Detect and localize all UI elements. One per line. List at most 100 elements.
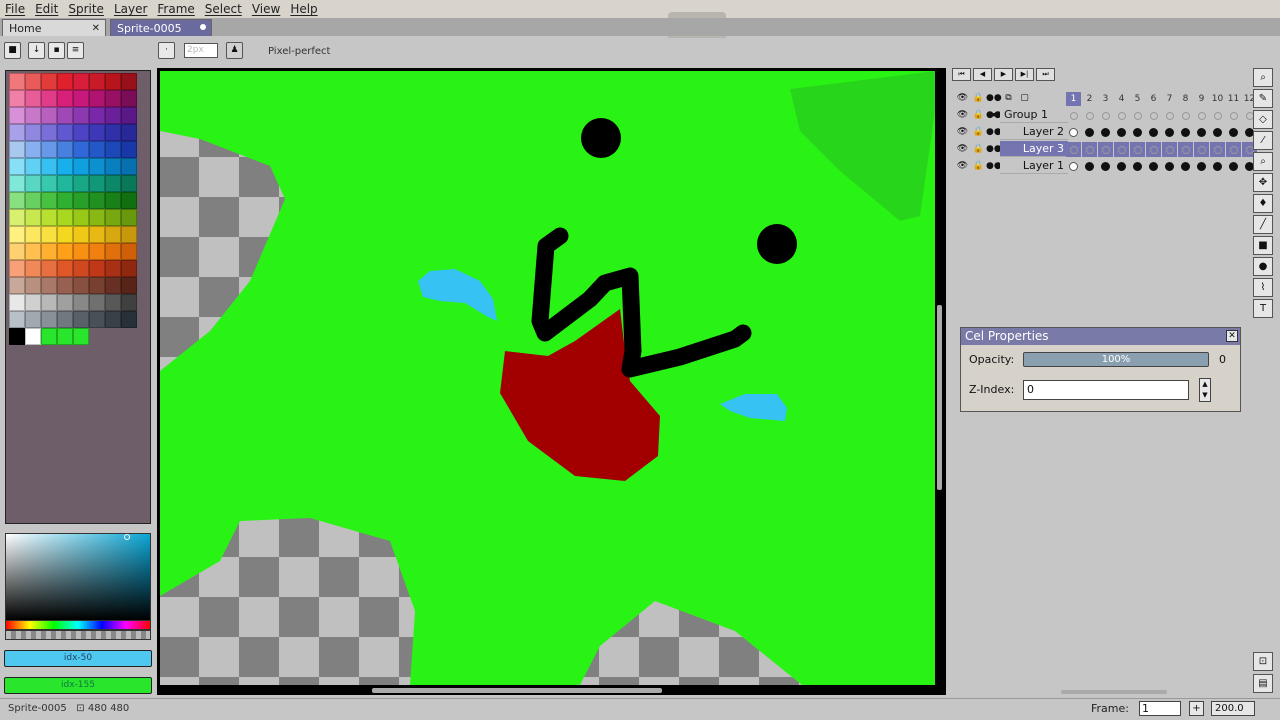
layer-name[interactable]: Group 1	[1000, 107, 1068, 123]
close-icon[interactable]: ✕	[1226, 330, 1238, 342]
frame-header[interactable]: 2	[1082, 92, 1097, 106]
palette-swatch[interactable]	[121, 90, 137, 107]
palette-swatch[interactable]	[105, 294, 121, 311]
cel[interactable]	[1130, 159, 1145, 174]
add-frame-button[interactable]: +	[1189, 701, 1204, 716]
palette-swatch[interactable]	[121, 226, 137, 243]
cel[interactable]	[1194, 108, 1209, 123]
palette-swatch[interactable]	[57, 311, 73, 328]
palette-swatch[interactable]	[89, 141, 105, 158]
palette-swatch[interactable]	[9, 90, 25, 107]
zindex-input[interactable]: 0	[1023, 380, 1189, 400]
palette-swatch[interactable]	[89, 73, 105, 90]
palette-swatch[interactable]	[25, 175, 41, 192]
palette-swatch[interactable]	[9, 243, 25, 260]
cel[interactable]	[1194, 142, 1209, 157]
lock-icon[interactable]: 🔒	[972, 143, 985, 155]
tab-sprite[interactable]: Sprite-0005	[110, 19, 212, 36]
palette-swatch[interactable]	[105, 73, 121, 90]
cel[interactable]	[1130, 142, 1145, 157]
brush-size-input[interactable]: 2px	[184, 43, 218, 58]
palette-swatch[interactable]	[9, 226, 25, 243]
brush-type-icon[interactable]: ♟	[226, 42, 243, 59]
palette-swatch[interactable]	[25, 192, 41, 209]
palette-swatch[interactable]	[9, 311, 25, 328]
rectangle-icon[interactable]: ■	[1253, 236, 1273, 255]
cel[interactable]	[1178, 108, 1193, 123]
frame-header[interactable]: 8	[1178, 92, 1193, 106]
frame-header[interactable]: 7	[1162, 92, 1177, 106]
palette-swatch[interactable]	[73, 107, 89, 124]
timeline-scrollbar[interactable]	[1061, 690, 1167, 694]
frame-header[interactable]: 5	[1130, 92, 1145, 106]
frame-input[interactable]: 1	[1139, 701, 1181, 716]
zoom-input[interactable]: 200.0	[1211, 701, 1255, 716]
pencil-icon[interactable]: ✎	[1253, 89, 1273, 108]
palette-swatch[interactable]	[73, 73, 89, 90]
palette-swatch[interactable]	[73, 328, 89, 345]
palette-swatch[interactable]	[9, 277, 25, 294]
menu-view[interactable]: View	[247, 2, 285, 16]
hue-slider[interactable]	[5, 620, 151, 630]
palette-swatch[interactable]	[89, 158, 105, 175]
eraser-icon[interactable]: ◇	[1253, 110, 1273, 129]
palette-swatch[interactable]	[9, 158, 25, 175]
palette-swatch[interactable]	[57, 73, 73, 90]
next-frame-button[interactable]: ▶|	[1015, 68, 1034, 81]
palette-swatch[interactable]	[25, 243, 41, 260]
lock-icon[interactable]: 🔒	[972, 109, 985, 121]
cel[interactable]	[1082, 142, 1097, 157]
palette-swatch[interactable]	[121, 158, 137, 175]
canvas-vertical-scrollbar[interactable]	[937, 305, 942, 490]
palette-swatch[interactable]	[121, 277, 137, 294]
cel[interactable]	[1162, 125, 1177, 140]
menu-layer[interactable]: Layer	[109, 2, 152, 16]
lock-icon[interactable]: ■	[4, 42, 21, 59]
cel[interactable]	[1098, 142, 1113, 157]
palette-swatch[interactable]	[41, 141, 57, 158]
palette-swatch[interactable]	[73, 260, 89, 277]
palette-swatch[interactable]	[105, 277, 121, 294]
frame-header[interactable]: 9	[1194, 92, 1209, 106]
continuous-icon[interactable]: ●●	[986, 92, 1002, 104]
palette-swatch[interactable]	[9, 107, 25, 124]
lock-icon[interactable]: 🔒	[972, 160, 985, 172]
layer-name[interactable]: Layer 1	[1000, 158, 1068, 174]
palette-swatch[interactable]	[89, 311, 105, 328]
palette-swatch[interactable]	[41, 260, 57, 277]
menu-edit[interactable]: Edit	[30, 2, 63, 16]
zoom-icon[interactable]: ⌕	[1253, 152, 1273, 171]
palette-swatch[interactable]	[41, 192, 57, 209]
group-icon[interactable]: ▢	[1018, 92, 1031, 104]
cel[interactable]	[1082, 108, 1097, 123]
palette-swatch[interactable]	[121, 243, 137, 260]
palette-swatch[interactable]	[105, 124, 121, 141]
palette-swatch[interactable]	[41, 311, 57, 328]
menu-file[interactable]: File	[0, 2, 30, 16]
frame-header[interactable]: 11	[1226, 92, 1241, 106]
layer-row[interactable]: 👁 🔒 ●● Layer 2	[952, 124, 1254, 140]
zoom-select-icon[interactable]: ⌕	[1253, 68, 1273, 87]
palette-swatch[interactable]	[73, 243, 89, 260]
play-button[interactable]: ▶	[994, 68, 1013, 81]
palette-swatch[interactable]	[73, 124, 89, 141]
last-frame-button[interactable]: ⏭	[1036, 68, 1055, 81]
palette-swatch[interactable]	[73, 277, 89, 294]
palette-swatch[interactable]	[89, 209, 105, 226]
palette-swatch[interactable]	[89, 226, 105, 243]
cel[interactable]	[1130, 108, 1145, 123]
palette-swatch[interactable]	[121, 107, 137, 124]
palette-swatch[interactable]	[89, 260, 105, 277]
eyedropper-icon[interactable]: ⁄	[1253, 131, 1273, 150]
palette-swatch[interactable]	[9, 192, 25, 209]
palette-swatch[interactable]	[25, 141, 41, 158]
actual-size-icon[interactable]: ⊡	[1253, 652, 1273, 671]
palette-swatch[interactable]	[57, 226, 73, 243]
palette-swatch[interactable]	[73, 90, 89, 107]
download-icon[interactable]: ↓	[28, 42, 45, 59]
cel[interactable]	[1082, 159, 1097, 174]
fill-icon[interactable]: ♦	[1253, 194, 1273, 213]
palette-swatch[interactable]	[25, 226, 41, 243]
palette-swatch[interactable]	[57, 260, 73, 277]
palette-swatch[interactable]	[9, 209, 25, 226]
